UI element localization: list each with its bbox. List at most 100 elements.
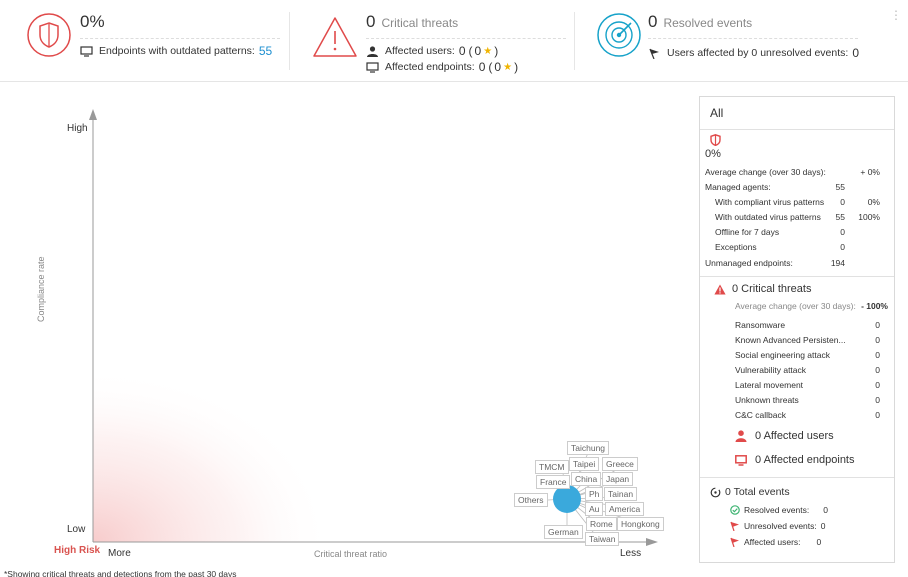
threat-type-label: Unknown threats [735, 395, 799, 405]
paren-open: ( [488, 60, 493, 74]
high-risk-zone [93, 367, 333, 542]
region-tag[interactable]: France [536, 475, 571, 489]
threat-type-label: C&C callback [735, 410, 787, 420]
affected-users-sub: 0 [474, 44, 482, 58]
outdated-endpoints-count[interactable]: 55 [259, 44, 272, 58]
resolved-events-summary[interactable]: 0 Resolved events Users affected by 0 unr… [596, 0, 886, 82]
affected-users-value: 0 [458, 44, 466, 58]
y-axis-low-label: Low [67, 524, 86, 535]
region-tag[interactable]: Taiwan [585, 532, 620, 546]
threat-type-value: 0 [875, 410, 880, 420]
critical-threats-summary[interactable]: 0 Critical threats Affected users: 0 ( 0 … [312, 0, 566, 82]
avg-change-value: - 100% [861, 301, 888, 311]
region-tag[interactable]: America [605, 502, 645, 516]
check-circle-icon [730, 505, 740, 515]
shield-icon [27, 13, 71, 57]
affected-users-label: Affected users: [385, 45, 455, 57]
region-tag[interactable]: China [571, 472, 602, 486]
managed-agents-value[interactable]: 55 [825, 182, 845, 192]
region-bubble[interactable] [553, 485, 581, 513]
threat-type-label: Social engineering attack [735, 350, 830, 360]
compliance-value: 0% [705, 148, 721, 160]
divider [648, 38, 858, 39]
risk-chart: High Low Compliance rate High Risk More … [0, 82, 690, 577]
region-tag[interactable]: Tainan [604, 487, 638, 501]
outdated-patterns-label: With outdated virus patterns [715, 212, 821, 222]
refresh-icon [710, 487, 721, 497]
events-affected-users-value: 0 [816, 537, 822, 547]
outdated-patterns-pct: 100% [858, 212, 880, 222]
affected-endpoints-row[interactable]: 0 Affected endpoints [735, 454, 855, 466]
critical-threats-count: 0 [366, 12, 376, 31]
warning-triangle-icon [313, 17, 357, 57]
radar-icon [597, 13, 641, 57]
region-tag[interactable]: Ph [585, 487, 604, 501]
threat-type-label: Lateral movement [735, 380, 804, 390]
region-tag[interactable]: Hongkong [617, 517, 664, 531]
offline-label: Offline for 7 days [715, 227, 780, 237]
unmanaged-label: Unmanaged endpoints: [705, 258, 793, 268]
region-tag[interactable]: German [544, 525, 583, 539]
threat-type-label: Known Advanced Persisten... [735, 335, 846, 345]
region-tag[interactable]: Greece [602, 457, 638, 471]
region-tag[interactable]: Others [514, 493, 548, 507]
user-icon [367, 45, 378, 57]
monitor-icon [80, 45, 93, 57]
critical-threats-title: 0 Critical threats [366, 12, 458, 32]
resolved-events-row: Resolved events: 0 [730, 505, 828, 515]
y-axis-arrow [89, 109, 97, 120]
compliance-details: 0% Average change (over 30 days): + 0% M… [700, 130, 894, 276]
paren-close: ) [494, 44, 499, 58]
y-axis-title: Compliance rate [36, 256, 46, 322]
region-tag[interactable]: Taipei [569, 457, 600, 471]
paren-close: ) [514, 60, 519, 74]
y-axis-high-label: High [67, 123, 88, 134]
resolved-events-label: Resolved events: [744, 505, 810, 515]
user-icon [735, 430, 747, 442]
resolved-events-title: 0 Resolved events [648, 12, 752, 32]
flag-icon [730, 537, 739, 547]
x-axis-arrow [646, 538, 658, 546]
compliance-value: 0% [80, 12, 105, 31]
more-menu-icon[interactable]: ⋮ [890, 9, 902, 21]
affected-users-row[interactable]: 0 Affected users [735, 430, 834, 442]
managed-agents-label: Managed agents: [705, 182, 771, 192]
critical-threats-header: 0 Critical threats [714, 283, 811, 295]
divider [289, 12, 290, 70]
warning-triangle-icon [714, 284, 726, 294]
x-axis-title: Critical threat ratio [314, 549, 388, 559]
region-tag[interactable]: Japan [602, 472, 634, 486]
outdated-patterns-count[interactable]: 55 [825, 212, 845, 222]
unmanaged-value[interactable]: 194 [825, 258, 845, 268]
resolved-events-count: 0 [648, 12, 658, 31]
x-axis-more-label: More [108, 548, 131, 559]
critical-threats-title: 0 Critical threats [732, 283, 812, 295]
threat-type-value: 0 [875, 320, 880, 330]
unresolved-events-value: 0 [820, 521, 826, 531]
high-risk-label: High Risk [54, 545, 101, 556]
events-affected-users-label: Affected users: [744, 537, 801, 547]
threat-type-value: 0 [875, 350, 880, 360]
monitor-icon [366, 61, 379, 73]
unresolved-users-value: 0 [852, 46, 860, 60]
threat-type-value: 0 [875, 365, 880, 375]
x-axis-less-label: Less [620, 548, 642, 559]
events-affected-users-row: Affected users: 0 [730, 537, 821, 547]
threat-type-value: 0 [875, 395, 880, 405]
avg-change-label: Average change (over 30 days): [705, 167, 826, 177]
divider [80, 38, 280, 39]
avg-change-value: + 0% [860, 167, 880, 177]
critical-threats-label: Critical threats [381, 16, 459, 30]
affected-endpoints-sub: 0 [494, 60, 502, 74]
affected-users-row: Affected users: 0 ( 0 ★ ) [366, 44, 498, 58]
region-tag[interactable]: Taichung [567, 441, 610, 455]
region-tag[interactable]: Au [585, 502, 604, 516]
threat-type-label: Vulnerability attack [735, 365, 807, 375]
compliance-summary[interactable]: 0% Endpoints with outdated patterns: 55 [26, 0, 280, 82]
summary-bar: 0% Endpoints with outdated patterns: 55 … [0, 0, 908, 82]
resolved-events-value: 0 [823, 505, 828, 515]
region-tag[interactable]: Rome [586, 517, 617, 531]
star-icon: ★ [503, 61, 513, 73]
affected-endpoints-label: Affected endpoints: [385, 61, 475, 73]
region-tag[interactable]: TMCM [535, 460, 569, 474]
